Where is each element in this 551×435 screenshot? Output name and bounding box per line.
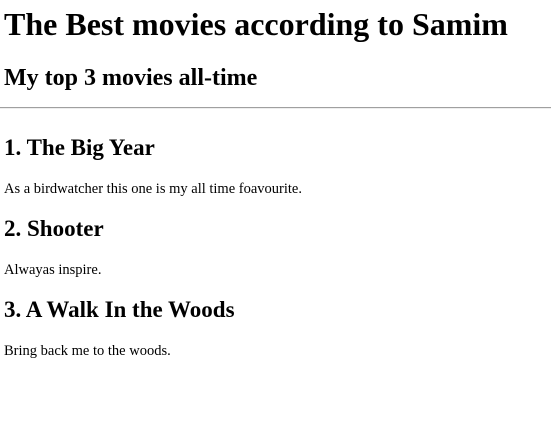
movie-item-3: 3. A Walk In the Woods Bring back me to … [4, 296, 547, 360]
movie-description-3: Bring back me to the woods. [4, 343, 171, 359]
movie-item-2: 2. Shooter Alwayas inspire. [4, 215, 547, 279]
page-title: The Best movies according to Samim [4, 6, 508, 42]
movie-heading-1: 1. The Big Year [4, 135, 155, 160]
movie-heading-3: 3. A Walk In the Woods [4, 297, 235, 322]
page-subtitle: My top 3 movies all-time [4, 65, 258, 91]
movie-heading-2: 2. Shooter [4, 216, 104, 241]
movie-item-1: 1. The Big Year As a birdwatcher this on… [4, 134, 547, 198]
page: The Best movies according to Samim My to… [0, 4, 551, 360]
movie-description-2: Alwayas inspire. [4, 262, 102, 278]
divider [0, 107, 551, 109]
movie-description-1: As a birdwatcher this one is my all time… [4, 181, 302, 197]
